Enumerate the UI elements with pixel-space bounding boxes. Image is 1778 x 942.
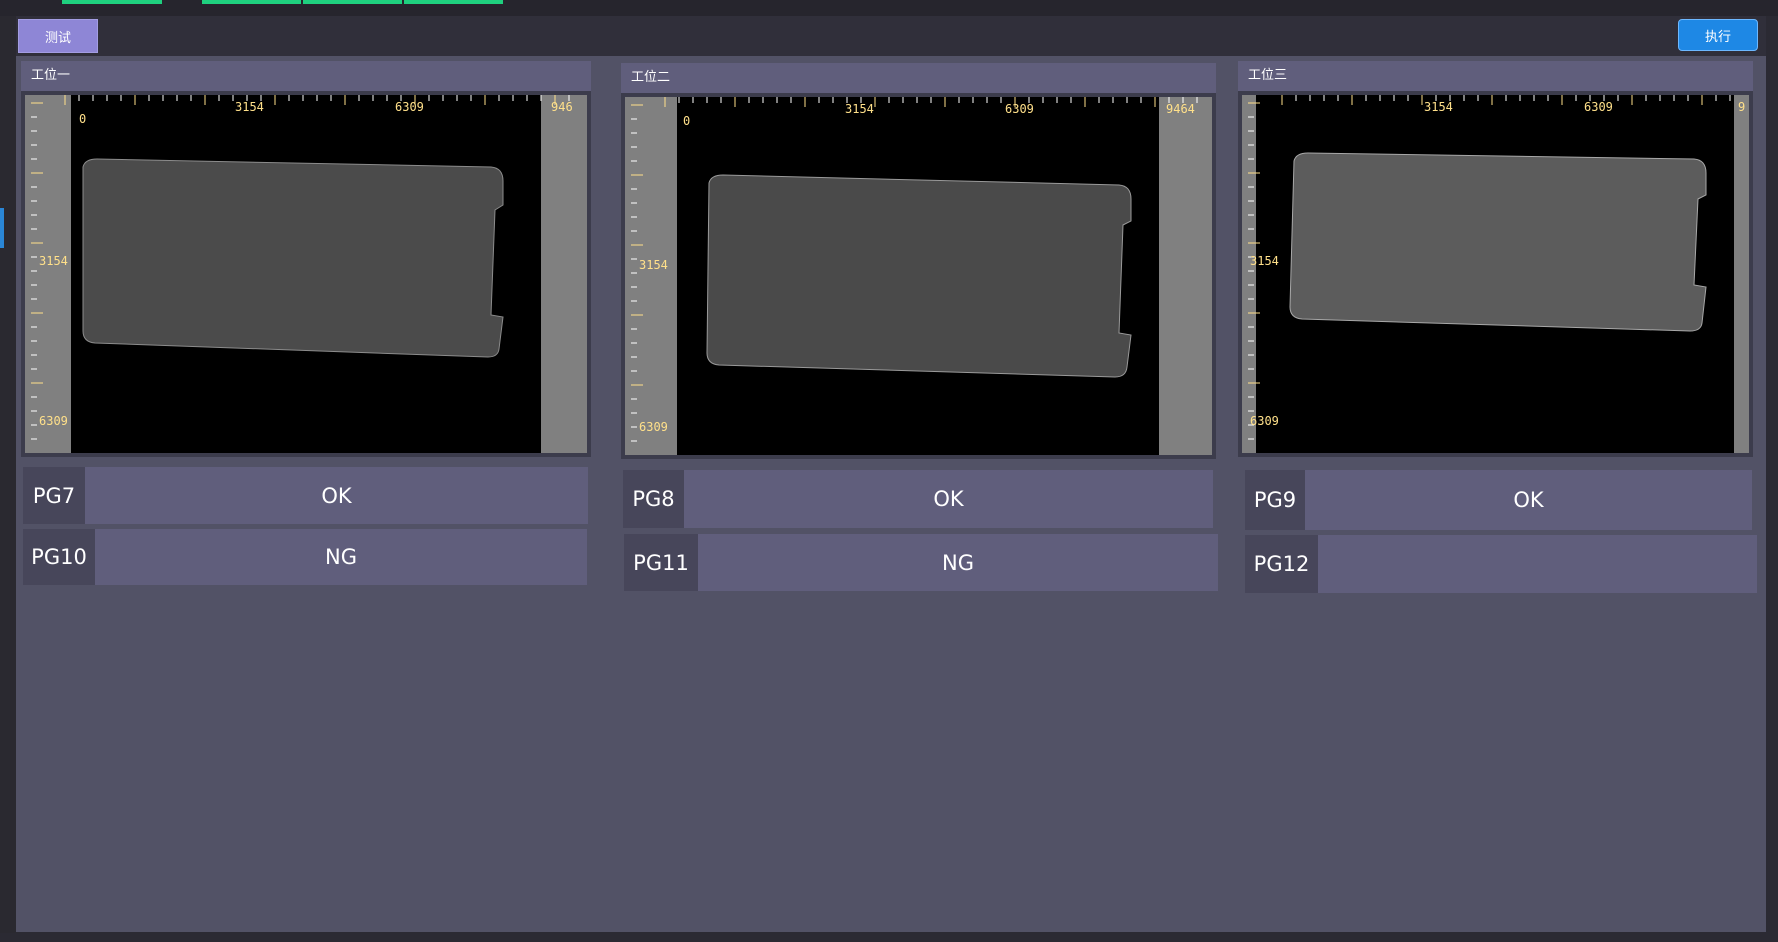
pg-result[interactable] — [1318, 535, 1757, 593]
x-tick-label: 0 — [683, 114, 690, 128]
y-tick-label: 6309 — [639, 420, 668, 434]
toolbar — [16, 16, 1766, 56]
camera-view: 0 3154 6309 9464 3154 6309 — [621, 93, 1216, 459]
test-button[interactable]: 测试 — [18, 19, 98, 53]
gray-margin — [1734, 95, 1749, 453]
station-1: 工位一 0 3154 6309 946 3154 6309 — [21, 61, 591, 461]
x-tick-label: 6309 — [395, 100, 424, 114]
pg-row: PG11 NG — [624, 534, 1218, 591]
camera-view: 0 3154 6309 946 3154 6309 — [21, 91, 591, 457]
station-2: 工位二 0 3154 6309 9464 3154 6309 — [621, 63, 1216, 463]
y-tick-label: 6309 — [39, 414, 68, 428]
pg-label: PG10 — [23, 529, 95, 585]
pg-result[interactable]: NG — [95, 529, 587, 585]
x-tick-label: 946 — [551, 100, 573, 114]
pg-label: PG11 — [624, 534, 698, 591]
x-tick-label: 3154 — [845, 102, 874, 116]
pg-label: PG9 — [1245, 470, 1305, 530]
camera-view: 3154 6309 9 3154 6309 — [1238, 91, 1753, 457]
pg-row: PG10 NG — [23, 529, 587, 585]
pg-result[interactable]: NG — [698, 534, 1218, 591]
gray-margin — [1159, 97, 1212, 455]
y-tick-label: 3154 — [639, 258, 668, 272]
tab-indicator[interactable] — [202, 0, 301, 4]
y-tick-label: 6309 — [1250, 414, 1279, 428]
x-tick-label: 9464 — [1166, 102, 1195, 116]
x-tick-label: 9 — [1738, 100, 1745, 114]
station-title: 工位三 — [1238, 61, 1753, 91]
ruler-vertical — [1242, 95, 1256, 453]
station-3: 工位三 3154 6309 9 3154 6309 — [1238, 61, 1753, 461]
execute-button[interactable]: 执行 — [1678, 19, 1758, 51]
pg-row: PG7 OK — [23, 467, 588, 524]
pg-label: PG8 — [623, 470, 684, 528]
top-strip — [0, 0, 1778, 16]
inspected-part — [1289, 152, 1707, 332]
x-tick-label: 3154 — [235, 100, 264, 114]
gray-margin — [541, 95, 587, 453]
pg-row: PG12 — [1245, 535, 1757, 593]
y-tick-label: 3154 — [39, 254, 68, 268]
inspected-part — [706, 174, 1132, 378]
x-tick-label: 6309 — [1584, 100, 1613, 114]
camera-image[interactable]: 0 3154 6309 946 3154 6309 — [25, 95, 587, 453]
pg-result[interactable]: OK — [1305, 470, 1752, 530]
pg-row: PG8 OK — [623, 470, 1213, 528]
ruler-vertical — [25, 95, 71, 453]
camera-image[interactable]: 0 3154 6309 9464 3154 6309 — [625, 97, 1212, 455]
pg-label: PG12 — [1245, 535, 1318, 593]
camera-image[interactable]: 3154 6309 9 3154 6309 — [1242, 95, 1749, 453]
station-title: 工位一 — [21, 61, 591, 91]
x-tick-label: 3154 — [1424, 100, 1453, 114]
pg-result[interactable]: OK — [85, 467, 588, 524]
pg-result[interactable]: OK — [684, 470, 1213, 528]
tab-indicator[interactable] — [303, 0, 402, 4]
station-title: 工位二 — [621, 63, 1216, 93]
inspected-part — [82, 158, 504, 358]
ruler-vertical — [625, 97, 677, 455]
tab-indicator[interactable] — [62, 0, 162, 4]
x-tick-label: 0 — [79, 112, 86, 126]
y-tick-label: 3154 — [1250, 254, 1279, 268]
pg-label: PG7 — [23, 467, 85, 524]
left-edge — [0, 16, 16, 942]
x-tick-label: 6309 — [1005, 102, 1034, 116]
pg-row: PG9 OK — [1245, 470, 1752, 530]
bottom-border — [0, 933, 1778, 942]
tab-indicator[interactable] — [404, 0, 503, 4]
left-accent — [0, 208, 4, 248]
